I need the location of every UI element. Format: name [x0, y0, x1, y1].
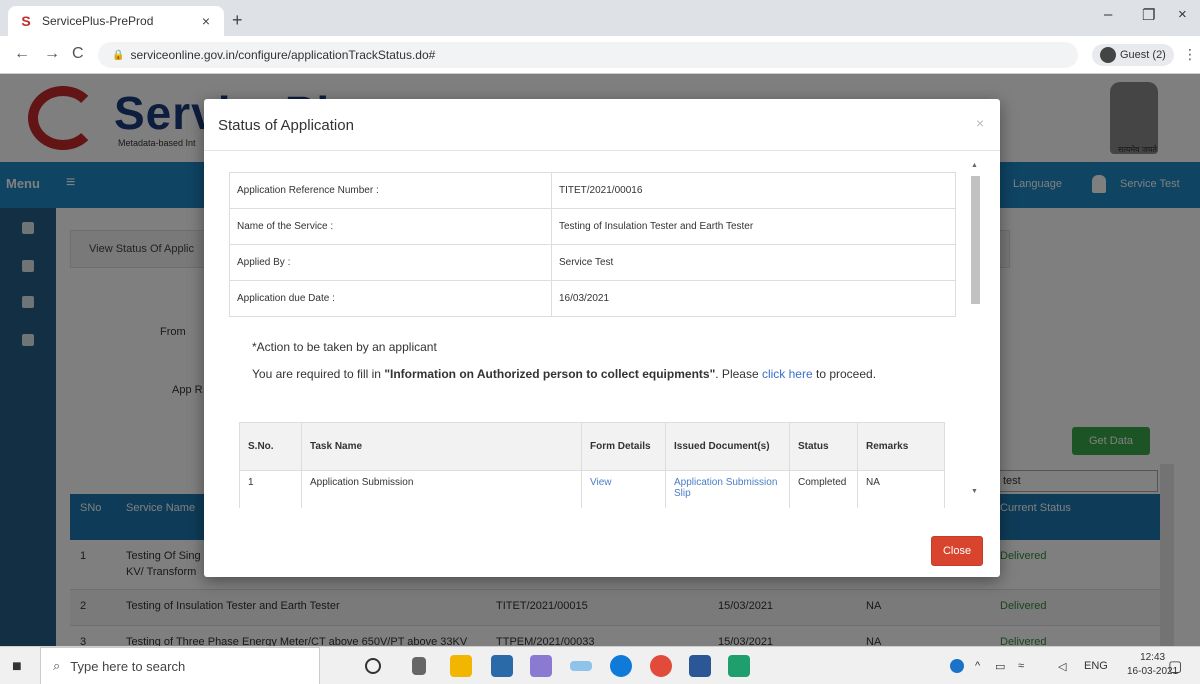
sync-icon[interactable] [570, 661, 592, 671]
search-icon: ⌕ [53, 658, 61, 673]
action-block: *Action to be taken by an applicant You … [252, 340, 892, 383]
task-remarks: NA [857, 470, 945, 508]
th-remarks: Remarks [857, 422, 945, 471]
url-bar[interactable]: 🔒 serviceonline.gov.in/configure/applica… [98, 42, 1078, 68]
scroll-down-icon[interactable]: ▼ [971, 488, 978, 495]
info-label: Name of the Service : [229, 208, 552, 245]
url-text: serviceonline.gov.in/configure/applicati… [130, 48, 436, 62]
modal-header: Status of Application × [204, 99, 1000, 151]
modal-footer: Close [204, 519, 1000, 577]
profile-label: Guest (2) [1120, 49, 1166, 61]
word-icon[interactable] [689, 655, 711, 677]
chevron-up-icon[interactable]: ^ [975, 660, 980, 672]
task-name: Application Submission [301, 470, 582, 508]
info-label: Applied By : [229, 244, 552, 281]
task-status: Completed [789, 470, 858, 508]
taskbar-search[interactable]: ⌕ Type here to search [40, 647, 320, 684]
forward-button[interactable]: → [44, 45, 60, 63]
restore-icon[interactable]: ❐ [1142, 6, 1155, 24]
info-row: Application Reference Number : TITET/202… [229, 172, 956, 209]
task-sno: 1 [239, 470, 302, 508]
browser-tab-bar: S ServicePlus-PreProd × + – ❐ × [0, 0, 1200, 36]
th-status: Status [789, 422, 858, 471]
chrome-icon[interactable] [650, 655, 672, 677]
volume-icon[interactable]: ◁ [1058, 660, 1066, 673]
minimize-icon[interactable]: – [1104, 6, 1112, 23]
task-view-icon[interactable] [412, 657, 426, 675]
scroll-thumb[interactable] [971, 176, 980, 304]
modal-title: Status of Application [218, 117, 354, 134]
action-heading: *Action to be taken by an applicant [252, 340, 437, 354]
th-task-name: Task Name [301, 422, 582, 471]
window-close-icon[interactable]: × [1178, 6, 1187, 23]
view-form-link[interactable]: View [581, 470, 666, 508]
app-icon[interactable] [728, 655, 750, 677]
action-text-bold: "Information on Authorized person to col… [384, 367, 716, 381]
network-icon[interactable]: ▭ [995, 660, 1005, 673]
back-button[interactable]: ← [14, 45, 30, 63]
th-issued-documents: Issued Document(s) [665, 422, 790, 471]
help-icon[interactable] [950, 659, 964, 673]
action-text-prefix: You are required to fill in [252, 367, 385, 381]
info-value: Service Test [551, 244, 956, 281]
cortana-icon[interactable] [365, 658, 381, 674]
taskbar-search-placeholder: Type here to search [70, 658, 186, 674]
action-text-suffix: to proceed. [812, 367, 877, 381]
tab-close-icon[interactable]: × [198, 13, 214, 29]
notification-icon[interactable]: ▢ [1168, 657, 1182, 675]
info-row: Application due Date : 16/03/2021 [229, 280, 956, 317]
info-value: Testing of Insulation Tester and Earth T… [551, 208, 956, 245]
info-row: Applied By : Service Test [229, 244, 956, 281]
status-modal: Status of Application × Application Refe… [204, 99, 1000, 577]
edge-icon[interactable] [610, 655, 632, 677]
action-text: You are required to fill in "Information… [252, 366, 892, 383]
task-header-row: S.No. Task Name Form Details Issued Docu… [239, 422, 945, 471]
file-explorer-icon[interactable] [450, 655, 472, 677]
tab-title: ServicePlus-PreProd [42, 14, 154, 28]
mail-icon[interactable] [491, 655, 513, 677]
browser-tab[interactable]: S ServicePlus-PreProd × [8, 6, 224, 36]
address-bar-row: ← → C 🔒 serviceonline.gov.in/configure/a… [0, 36, 1200, 74]
browser-menu-icon[interactable]: ⋮ [1183, 46, 1197, 63]
info-value: 16/03/2021 [551, 280, 956, 317]
profile-avatar-icon [1100, 47, 1116, 63]
teams-icon[interactable] [530, 655, 552, 677]
close-button[interactable]: Close [931, 536, 983, 566]
serviceplus-favicon-icon: S [21, 13, 31, 29]
wifi-icon[interactable]: ≈ [1018, 660, 1024, 672]
modal-body: Application Reference Number : TITET/202… [204, 152, 1000, 508]
issued-document-link[interactable]: Application Submission Slip [665, 470, 790, 508]
info-label: Application Reference Number : [229, 172, 552, 209]
action-text-middle: . Please [715, 367, 762, 381]
input-language[interactable]: ENG [1084, 660, 1108, 672]
lock-icon[interactable]: 🔒 [112, 50, 124, 61]
modal-close-icon[interactable]: × [976, 115, 984, 131]
th-sno: S.No. [239, 422, 302, 471]
th-form-details: Form Details [581, 422, 666, 471]
task-row: 1 Application Submission View Applicatio… [239, 470, 945, 508]
scroll-up-icon[interactable]: ▲ [971, 162, 978, 169]
taskbar: ■ ⌕ Type here to search ^ ▭ ≈ ◁ ENG 12:4… [0, 646, 1200, 684]
profile-button[interactable]: Guest (2) [1092, 44, 1174, 66]
task-table: S.No. Task Name Form Details Issued Docu… [239, 422, 945, 508]
new-tab-button[interactable]: + [232, 10, 243, 31]
info-row: Name of the Service : Testing of Insulat… [229, 208, 956, 245]
info-label: Application due Date : [229, 280, 552, 317]
application-info-table: Application Reference Number : TITET/202… [229, 172, 956, 317]
windows-start-icon[interactable]: ■ [12, 658, 22, 676]
modal-scrollbar[interactable]: ▲ ▼ [968, 162, 983, 507]
info-value: TITET/2021/00016 [551, 172, 956, 209]
click-here-link[interactable]: click here [762, 367, 813, 381]
reload-button[interactable]: C [72, 45, 84, 63]
